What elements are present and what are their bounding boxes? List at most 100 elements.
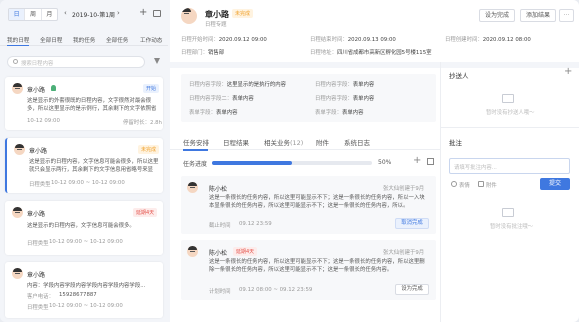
note-input[interactable]: 请填写批注内容... (449, 158, 570, 174)
mark-complete-button[interactable]: 设为完成 (479, 9, 515, 22)
emoji-label[interactable]: 表情 (459, 181, 470, 189)
tab-system-log[interactable]: 系统日志 (344, 137, 370, 147)
detail-subtitle: 日程专题 (205, 22, 227, 28)
field-label: 日程内容字段二： (189, 96, 233, 102)
tab-active-indicator (7, 45, 29, 46)
schedule-card[interactable]: 章小路 开始 这是显示的外套很既的日程内容，文字很然对最会很多，所以这里显示的是… (5, 77, 163, 130)
task-time-label: 截止时间 (209, 223, 231, 229)
card-owner: 章小路 (29, 148, 48, 155)
attachment-label[interactable]: 附件 (486, 181, 497, 189)
field-value: 表单内容 (352, 82, 375, 88)
task-time-label: 计划时间 (209, 289, 231, 295)
left-tabs: 我的日程 全部日程 我的任务 全部任务 工作动态 (0, 30, 168, 46)
view-week-button[interactable]: 周 (24, 9, 40, 20)
task-card[interactable]: 陈小松 延期4天 张大仙创建于9月 这是一条很长的任务内容，所以这里可能显示不下… (181, 240, 436, 300)
note-placeholder: 请填写批注内容... (454, 165, 497, 171)
add-cc-icon[interactable]: + (564, 66, 572, 77)
tab-my-tasks[interactable]: 我的任务 (73, 36, 95, 44)
tab-all-tasks[interactable]: 全部任务 (106, 36, 128, 44)
tab-my-schedule[interactable]: 我的日程 (7, 36, 29, 44)
form-field: 日程内容字段：表单内容 (315, 80, 374, 88)
search-placeholder: 搜索日程内容 (21, 61, 54, 67)
progress-bar (212, 161, 372, 165)
more-button[interactable]: ··· (559, 9, 574, 22)
search-input[interactable]: 搜索日程内容 (7, 56, 145, 68)
detail-panel: 章小路 未完成 日程专题 设为完成 添加结果 ··· 日程开始时间：2020.0… (170, 0, 579, 322)
form-field: 表单字段：表单内容 (189, 108, 238, 116)
field-value: 销售部 (207, 50, 225, 56)
avatar (12, 268, 23, 279)
tab-all-schedule[interactable]: 全部日程 (40, 36, 62, 44)
card-content: 这是显示的日程内容，文字信息可能会很多，所以这里就只会显示两行，其余剩下的文字信… (29, 159, 159, 173)
grid-view-icon[interactable] (427, 158, 434, 165)
task-assignee: 张大仙创建于9月 (383, 186, 425, 192)
status-badge: 未完成 (138, 145, 160, 154)
add-icon[interactable]: + (139, 7, 147, 18)
card-phone-label: 客户电话： (27, 294, 54, 300)
cancel-complete-button[interactable]: 取消完成 (395, 218, 429, 229)
task-time: 09.12 08:00 ~ 09.12 23:59 (239, 287, 313, 293)
cc-empty-text: 暂时没有抄送人哦～ (486, 110, 535, 116)
tab-related-business[interactable]: 相关业务(12) (264, 137, 303, 147)
card-time: 10-12 09:00 ~ 10-12 09:00 (49, 303, 123, 309)
add-task-icon[interactable]: + (413, 155, 421, 166)
avatar (181, 8, 197, 24)
avatar (12, 207, 23, 218)
tab-attachments[interactable]: 附件 (316, 137, 329, 147)
card-time: 10-12 09:00 ~ 10-12 09:00 (51, 180, 125, 186)
view-toggle: 日 周 月 (8, 8, 58, 21)
card-content: 这是显示的外套很既的日程内容，文字很然对最会很多，所以这里显示的是示例行，其余剩… (27, 98, 157, 112)
mark-task-complete-button[interactable]: 设为完成 (395, 284, 429, 295)
field-value: 2020.09.13 09:00 (347, 37, 396, 43)
avatar (187, 246, 198, 257)
field-value: 表单内容 (352, 96, 375, 102)
tab-task-plan[interactable]: 任务安排 (183, 137, 209, 147)
right-divider (441, 127, 579, 128)
card-owner: 章小路 (27, 272, 46, 279)
field-label: 日程创建时间： (445, 37, 483, 43)
tab-active-indicator (183, 149, 208, 151)
calendar-icon[interactable] (153, 10, 161, 17)
tab-work-feed[interactable]: 工作动态 (140, 36, 162, 44)
progress-fill (212, 161, 292, 165)
schedule-card[interactable]: 章小路 内容：学段内容学段内容学段内容学段内容学段... 客户电话： 15928… (5, 262, 163, 318)
task-owner: 陈小松 (209, 250, 228, 257)
field-label: 日程结束时间： (310, 37, 348, 43)
header-divider (170, 62, 579, 68)
emoji-icon[interactable] (451, 181, 457, 187)
submit-note-button[interactable]: 提交 (540, 178, 570, 190)
schedule-card-selected[interactable]: 章小路 未完成 这是显示的日程内容，文字信息可能会很多，所以这里就只会显示两行，… (5, 138, 163, 193)
field-label: 日程内容字段： (189, 82, 227, 88)
field-label: 日程地址： (310, 50, 337, 56)
form-field: 日程内容字段：表单内容 (315, 94, 374, 102)
filter-icon[interactable] (154, 58, 160, 64)
detail-tabs: 任务安排 日程结果 相关业务(12) 附件 系统日志 (170, 130, 440, 151)
add-result-button[interactable]: 添加结果 (520, 9, 556, 22)
field-value: 表单内容 (341, 110, 364, 116)
view-month-button[interactable]: 月 (40, 9, 57, 20)
task-time: 09.12 23:59 (239, 221, 272, 227)
field-value: 这里显示的是执行的内容 (226, 82, 287, 88)
field-create-time: 日程创建时间：2020.09.12 08:00 (445, 35, 531, 43)
prev-week-icon[interactable]: ‹ (64, 9, 67, 17)
field-address: 日程地址：四川省成都市高新区孵化园5号楼115室 (310, 48, 432, 56)
form-field: 表单字段：表单内容 (315, 108, 364, 116)
field-label: 表单字段： (189, 110, 216, 116)
field-value: 四川省成都市高新区孵化园5号楼115室 (336, 50, 432, 56)
schedule-card[interactable]: 章小路 延期4天 这是显示的日程内容，文字信息可能会很多。 日程类型 10-12… (5, 201, 163, 255)
view-day-button[interactable]: 日 (9, 9, 25, 20)
tab-schedule-result[interactable]: 日程结果 (223, 137, 249, 147)
detail-title: 章小路 (205, 10, 229, 19)
next-week-icon[interactable]: › (117, 9, 120, 17)
tab-label: 相关业务 (264, 139, 290, 147)
task-assignee: 张大仙创建于9月 (383, 250, 425, 256)
tab-count: (12) (290, 139, 304, 147)
user-icon (51, 85, 56, 91)
field-label: 日程部门： (181, 50, 208, 56)
task-card[interactable]: 陈小松 张大仙创建于9月 这是一条很长的任务内容，所以这里可能显示不下；这是一条… (181, 176, 436, 234)
field-value: 2020.09.12 08:00 (482, 37, 531, 43)
progress-value: 50% (378, 159, 392, 166)
field-department: 日程部门：销售部 (181, 48, 224, 56)
card-content: 这是显示的日程内容，文字信息可能会很多。 (27, 223, 135, 229)
attachment-icon[interactable] (478, 181, 484, 187)
